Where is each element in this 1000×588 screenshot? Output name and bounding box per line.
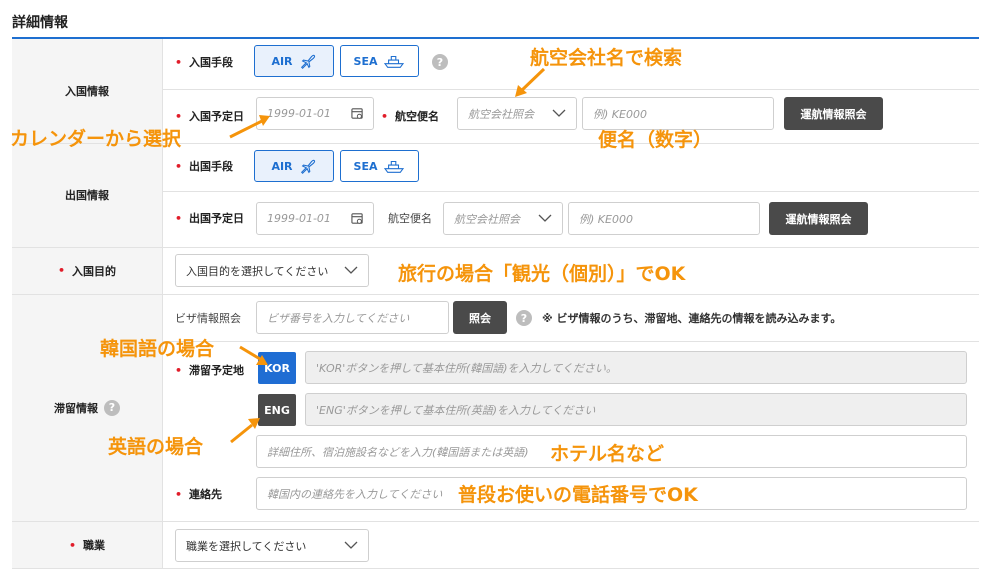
annotation-phone-tip: 普段お使いの電話番号でOK <box>458 484 698 506</box>
exit-air-button[interactable]: AIR <box>254 150 334 182</box>
chevron-down-icon <box>538 214 552 222</box>
row-divider <box>12 521 979 522</box>
annotation-english-case: 英語の場合 <box>108 436 204 458</box>
ship-icon <box>384 160 405 173</box>
annotation-calendar-select: カレンダーから選択 <box>10 128 182 150</box>
column-divider <box>162 39 163 569</box>
exit-info-label: 出国情報 <box>12 143 162 247</box>
entry-flight-label: • 航空便名 <box>381 110 440 123</box>
annotation-korean-case: 韓国語の場合 <box>100 338 215 360</box>
airplane-icon <box>300 159 315 174</box>
section-title: 詳細情報 <box>12 15 68 31</box>
annotation-purpose-tip: 旅行の場合「観光（個別）」でOK <box>398 263 686 285</box>
exit-date-label: • 出国予定日 <box>175 212 245 225</box>
purpose-select[interactable]: 入国目的を選択してください <box>175 254 369 287</box>
job-select[interactable]: 職業を選択してください <box>175 529 369 562</box>
exit-method-label: • 出国手段 <box>175 160 234 173</box>
eng-address-input[interactable]: 'ENG'ボタンを押して基本住所(英語)を入力してください <box>305 393 967 426</box>
entry-airline-select[interactable]: 航空会社照会 <box>457 97 577 130</box>
entry-flight-lookup-button[interactable]: 運航情報照会 <box>784 97 883 130</box>
stay-help-icon[interactable]: ? <box>104 399 120 416</box>
ship-icon <box>384 55 405 68</box>
row-divider <box>162 191 979 192</box>
annotation-arrow-icon <box>515 67 546 97</box>
chevron-down-icon <box>344 266 358 274</box>
annotation-hotel-name: ホテル名など <box>550 443 665 465</box>
entry-method-label: • 入国手段 <box>175 56 234 69</box>
annotation-airline-search: 航空会社名で検索 <box>530 47 683 69</box>
stay-info-label: 滞留情報? <box>12 294 162 521</box>
visa-help-icon[interactable]: ? <box>516 310 532 326</box>
exit-flight-input[interactable]: 例) KE000 <box>568 202 760 235</box>
visa-lookup-button[interactable]: 照会 <box>453 301 507 334</box>
contact-label: • 連絡先 <box>175 488 223 501</box>
chevron-down-icon <box>552 109 566 117</box>
visa-note: ※ ビザ情報のうち、滞留地、連絡先の情報を読み込みます。 <box>542 312 842 325</box>
row-divider <box>162 89 979 90</box>
row-divider <box>12 568 979 569</box>
row-divider <box>12 294 979 295</box>
purpose-label: • 入国目的 <box>12 247 162 294</box>
kor-address-input[interactable]: 'KOR'ボタンを押して基本住所(韓国語)を入力してください。 <box>305 351 967 384</box>
exit-date-input[interactable]: 1999-01-01 <box>256 202 374 235</box>
exit-sea-button[interactable]: SEA <box>340 150 419 182</box>
airplane-icon <box>300 54 315 69</box>
address-label: • 滞留予定地 <box>175 364 245 377</box>
entry-method-help-icon[interactable]: ? <box>432 54 448 70</box>
annotation-arrow-icon <box>239 345 268 365</box>
job-label: • 職業 <box>12 521 162 569</box>
calendar-icon[interactable] <box>351 212 364 225</box>
chevron-down-icon <box>344 541 358 549</box>
entry-date-input[interactable]: 1999-01-01 <box>256 97 374 130</box>
annotation-arrow-icon <box>230 418 260 444</box>
row-divider <box>162 341 979 342</box>
annotation-flight-number: 便名（数字） <box>598 129 713 151</box>
exit-flight-label: 航空便名 <box>388 212 432 225</box>
entry-sea-button[interactable]: SEA <box>340 45 419 77</box>
visa-label: ビザ情報照会 <box>175 312 241 325</box>
calendar-icon[interactable] <box>351 107 364 120</box>
exit-airline-select[interactable]: 航空会社照会 <box>443 202 563 235</box>
exit-flight-lookup-button[interactable]: 運航情報照会 <box>769 202 868 235</box>
annotation-arrow-icon <box>229 115 270 139</box>
visa-number-input[interactable]: ビザ番号を入力してください <box>256 301 449 334</box>
entry-air-button[interactable]: AIR <box>254 45 334 77</box>
row-divider <box>12 247 979 248</box>
